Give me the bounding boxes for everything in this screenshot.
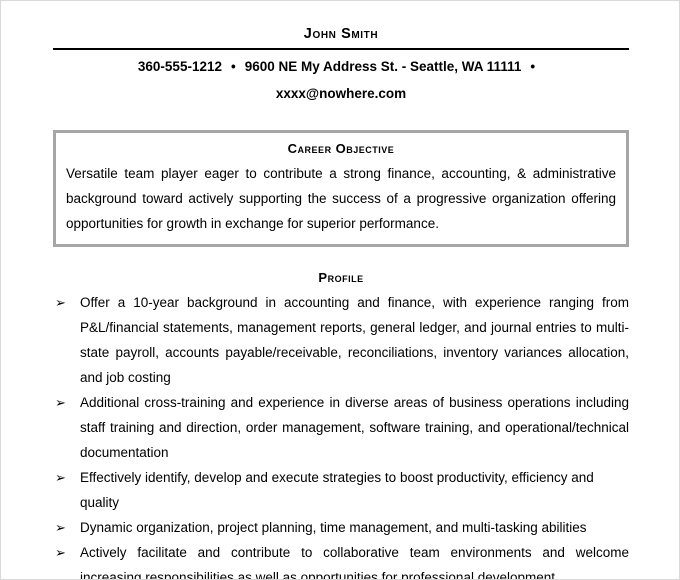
contact-separator-2: • — [530, 59, 536, 74]
profile-heading: Profile — [318, 270, 364, 285]
arrow-bullet-icon: ➢ — [55, 395, 66, 410]
arrow-bullet-icon: ➢ — [55, 295, 66, 310]
list-item: ➢ Actively facilitate and contribute to … — [53, 540, 629, 580]
list-item: ➢ Additional cross-training and experien… — [53, 390, 629, 465]
resume-header: John Smith 360-555-1212 • 9600 NE My Addre… — [53, 25, 629, 105]
arrow-bullet-icon: ➢ — [55, 545, 66, 560]
profile-section: Profile ➢ Offer a 10-year background in … — [53, 269, 629, 580]
contact-separator-1: • — [230, 59, 236, 74]
list-item: ➢ Offer a 10-year background in accounti… — [53, 290, 629, 390]
header-divider-rule — [53, 48, 629, 50]
resume-content: John Smith 360-555-1212 • 9600 NE My Addre… — [53, 1, 629, 580]
arrow-bullet-icon: ➢ — [55, 470, 66, 485]
phone-number: 360-555-1212 — [137, 59, 222, 74]
contact-line: 360-555-1212 • 9600 NE My Address St. - Se… — [53, 56, 629, 78]
candidate-name: John Smith — [303, 26, 379, 42]
list-item: ➢ Effectively identify, develop and exec… — [53, 465, 629, 515]
career-objective-section: Career Objective Versatile team player e… — [53, 130, 629, 247]
email-line: xxxx@nowhere.com — [53, 83, 629, 105]
profile-bullet-list: ➢ Offer a 10-year background in accounti… — [53, 290, 629, 580]
career-objective-heading: Career Objective — [287, 141, 395, 156]
list-item-text: Offer a 10-year background in accounting… — [80, 295, 629, 385]
mailing-address: 9600 NE My Address St. - Seattle, WA 111… — [244, 59, 522, 74]
arrow-bullet-icon: ➢ — [55, 520, 66, 535]
email-address: xxxx@nowhere.com — [275, 86, 407, 101]
list-item-text: Actively facilitate and contribute to co… — [80, 545, 629, 580]
list-item-text: Additional cross-training and experience… — [80, 395, 629, 460]
career-objective-body: Versatile team player eager to contribut… — [66, 166, 616, 231]
list-item-text: Effectively identify, develop and execut… — [80, 470, 594, 510]
resume-page: John Smith 360-555-1212 • 9600 NE My Addre… — [0, 0, 680, 580]
list-item: ➢ Dynamic organization, project planning… — [53, 515, 629, 540]
list-item-text: Dynamic organization, project planning, … — [80, 520, 587, 535]
